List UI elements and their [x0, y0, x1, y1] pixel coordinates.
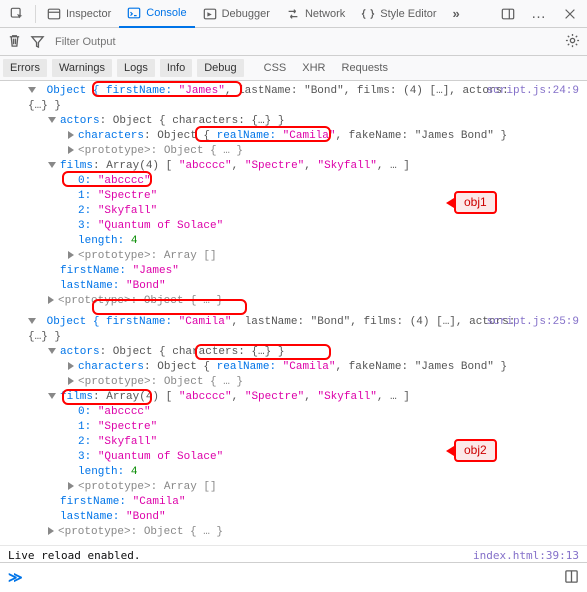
- console-output[interactable]: script.js:24:9 Object { firstName: "Jame…: [0, 81, 587, 562]
- chevron-double-right-icon: »: [453, 6, 460, 21]
- split-console-button[interactable]: [564, 569, 579, 587]
- expand-toggle[interactable]: [68, 131, 74, 139]
- more-options-button[interactable]: …: [523, 0, 555, 27]
- filter-logs[interactable]: Logs: [117, 59, 155, 77]
- expand-toggle[interactable]: [68, 362, 74, 370]
- console-input[interactable]: [31, 570, 556, 586]
- tabs-overflow-button[interactable]: »: [445, 0, 468, 27]
- filter-info[interactable]: Info: [160, 59, 192, 77]
- annotation-label-obj1: obj1: [454, 191, 497, 214]
- expand-toggle[interactable]: [68, 251, 74, 259]
- filter-css[interactable]: CSS: [256, 59, 295, 77]
- log-text: Live reload enabled.: [8, 549, 140, 562]
- tab-debugger[interactable]: Debugger: [195, 0, 278, 27]
- tab-inspector[interactable]: Inspector: [39, 0, 119, 27]
- clear-console-button[interactable]: [7, 33, 22, 51]
- tab-style-editor-label: Style Editor: [380, 8, 436, 20]
- dock-side-button[interactable]: [493, 0, 523, 27]
- tab-network-label: Network: [305, 8, 345, 20]
- console-input-bar: ≫: [0, 562, 587, 592]
- log-message-2: script.js:25:9 Object { firstName: "Cami…: [0, 314, 587, 545]
- trash-icon: [7, 33, 22, 48]
- kebab-icon: …: [531, 5, 547, 22]
- filter-output-input[interactable]: [53, 35, 557, 49]
- expand-toggle[interactable]: [28, 318, 36, 324]
- expand-toggle[interactable]: [48, 527, 54, 535]
- filter-warnings[interactable]: Warnings: [52, 59, 112, 77]
- expand-toggle[interactable]: [68, 482, 74, 490]
- tab-console[interactable]: Console: [119, 0, 194, 28]
- book-icon: [564, 569, 579, 584]
- funnel-icon: [30, 34, 45, 49]
- tab-debugger-label: Debugger: [222, 8, 270, 20]
- console-toolbar: [0, 28, 587, 56]
- console-filter-bar: Errors Warnings Logs Info Debug CSS XHR …: [0, 56, 587, 81]
- expand-toggle[interactable]: [68, 146, 74, 154]
- tab-inspector-label: Inspector: [66, 8, 111, 20]
- log-message-livereload: Live reload enabled. index.html:39:13: [0, 545, 587, 562]
- tab-style-editor[interactable]: Style Editor: [353, 0, 444, 27]
- filter-xhr[interactable]: XHR: [294, 59, 333, 77]
- console-settings-button[interactable]: [565, 33, 580, 51]
- expand-toggle[interactable]: [48, 162, 56, 168]
- object-head-pre[interactable]: Object {: [47, 85, 106, 97]
- filter-requests[interactable]: Requests: [334, 59, 396, 77]
- devtools-tabbar: Inspector Console Debugger Network Style…: [0, 0, 587, 28]
- source-location[interactable]: script.js:25:9: [487, 315, 579, 330]
- expand-toggle[interactable]: [28, 87, 36, 93]
- log-message-1: script.js:24:9 Object { firstName: "Jame…: [0, 83, 587, 314]
- prompt-glyph: ≫: [8, 570, 23, 586]
- source-location[interactable]: script.js:24:9: [487, 84, 579, 99]
- expand-toggle[interactable]: [48, 117, 56, 123]
- expand-toggle[interactable]: [48, 348, 56, 354]
- source-location[interactable]: index.html:39:13: [473, 548, 579, 562]
- close-devtools-button[interactable]: [555, 0, 585, 27]
- element-picker-button[interactable]: [2, 0, 32, 27]
- gear-icon: [565, 33, 580, 48]
- annotation-label-obj2: obj2: [454, 439, 497, 462]
- close-icon: [563, 7, 577, 21]
- expand-toggle[interactable]: [48, 296, 54, 304]
- expand-toggle[interactable]: [48, 393, 56, 399]
- tab-network[interactable]: Network: [278, 0, 353, 27]
- tab-console-label: Console: [146, 7, 186, 19]
- filter-errors[interactable]: Errors: [3, 59, 47, 77]
- expand-toggle[interactable]: [68, 377, 74, 385]
- filter-debug[interactable]: Debug: [197, 59, 243, 77]
